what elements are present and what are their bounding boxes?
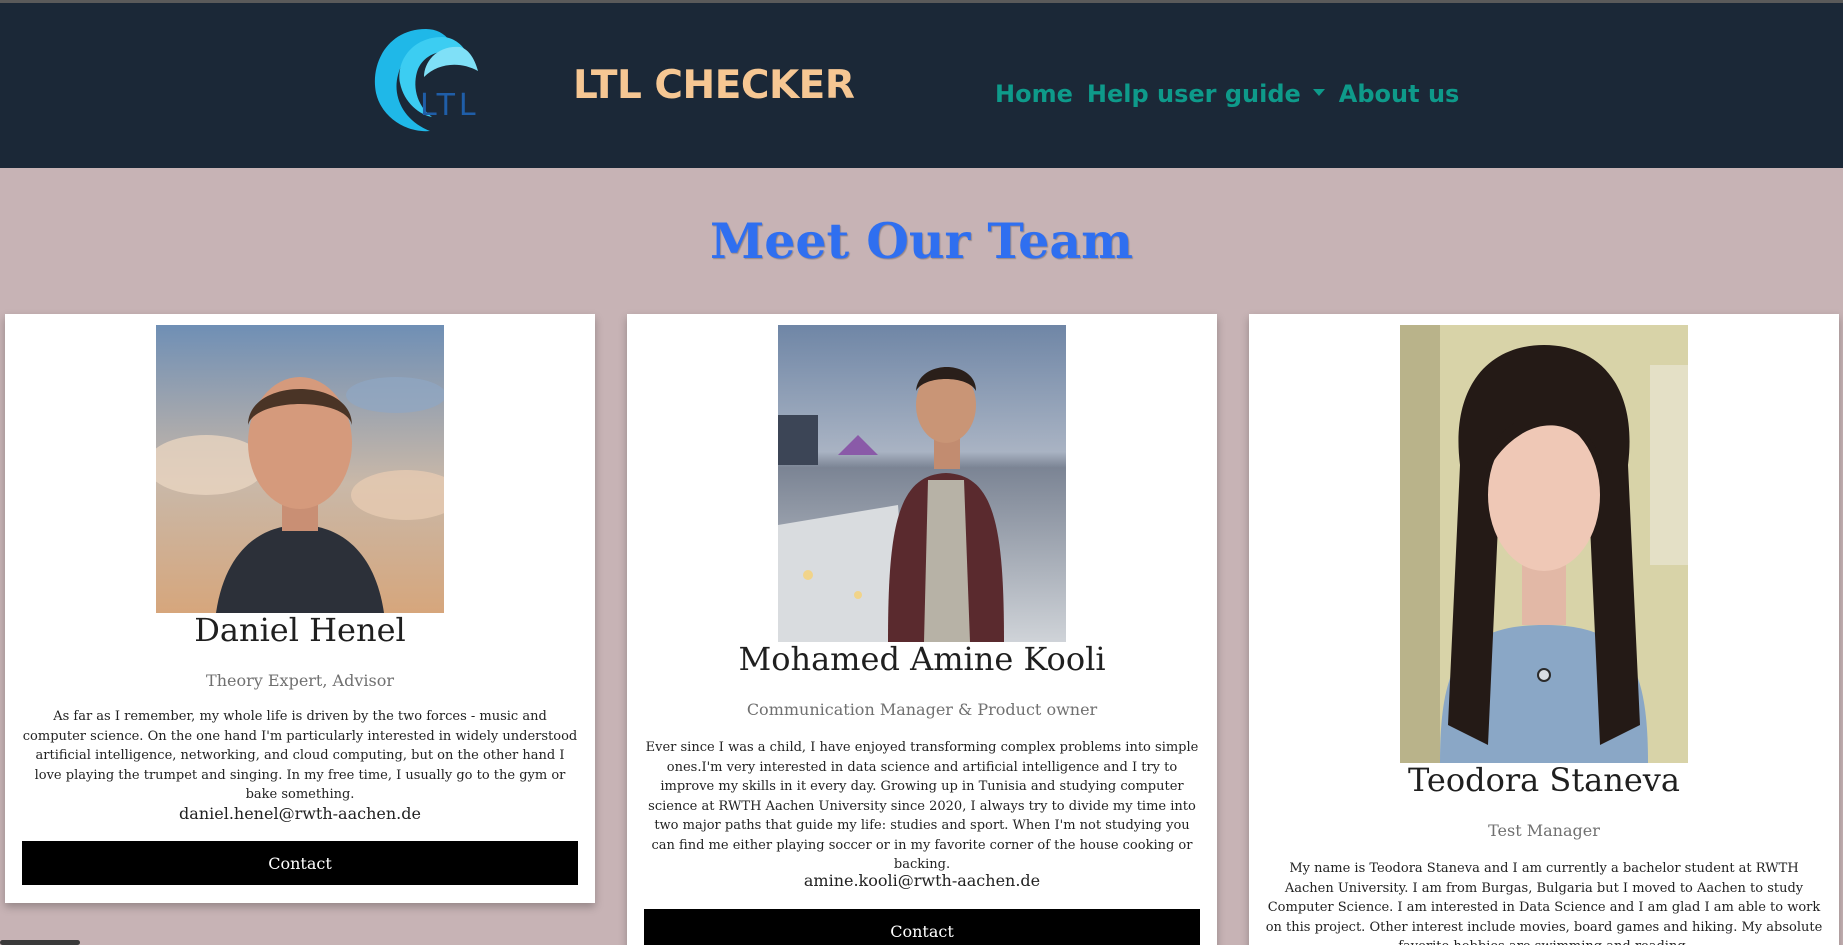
member-email: amine.kooli@rwth-aachen.de: [803, 871, 1041, 890]
navbar: LTL LTL CHECKER Home Help user guide Abo…: [0, 3, 1843, 168]
contact-button[interactable]: Contact: [644, 909, 1200, 945]
member-name: Daniel Henel: [194, 611, 406, 649]
contact-button[interactable]: Contact: [22, 841, 578, 885]
member-name: Mohamed Amine Kooli: [738, 640, 1106, 678]
member-name: Teodora Staneva: [1408, 761, 1680, 799]
nav-about-label: About us: [1338, 80, 1460, 108]
chevron-down-icon: [1312, 88, 1325, 96]
team-card-amine: Mohamed Amine Kooli Communication Manage…: [627, 314, 1217, 945]
page-title: Meet Our Team: [709, 212, 1134, 270]
nav-home-label: Home: [995, 80, 1073, 108]
brand-title[interactable]: LTL CHECKER: [573, 63, 855, 108]
profile-photo-amine: [778, 325, 1066, 642]
svg-text:LTL: LTL: [420, 88, 480, 123]
member-role: Communication Manager & Product owner: [746, 700, 1098, 719]
profile-photo-daniel: [156, 325, 444, 613]
ltl-logo[interactable]: LTL: [368, 23, 500, 135]
main-nav: Home Help user guide About us: [995, 80, 1473, 108]
nav-help-dropdown[interactable]: Help user guide: [1087, 80, 1325, 108]
team-card-daniel: Daniel Henel Theory Expert, Advisor As f…: [5, 314, 595, 903]
member-role: Test Manager: [1488, 821, 1600, 840]
nav-home-link[interactable]: Home: [995, 80, 1073, 108]
member-bio: Ever since I was a child, I have enjoyed…: [645, 740, 1199, 872]
member-bio: As far as I remember, my whole life is d…: [22, 709, 578, 802]
member-email: daniel.henel@rwth-aachen.de: [179, 804, 421, 823]
member-role: Theory Expert, Advisor: [206, 671, 394, 690]
member-bio: My name is Teodora Staneva and I am curr…: [1265, 861, 1823, 945]
ltl-logo-icon: LTL: [374, 29, 480, 132]
horizontal-scrollbar[interactable]: [0, 940, 80, 945]
team-card-teodora: Teodora Staneva Test Manager My name is …: [1249, 314, 1839, 945]
nav-about-link[interactable]: About us: [1339, 80, 1460, 108]
nav-help-label: Help user guide: [1086, 80, 1301, 108]
profile-photo-teodora: [1400, 325, 1688, 763]
